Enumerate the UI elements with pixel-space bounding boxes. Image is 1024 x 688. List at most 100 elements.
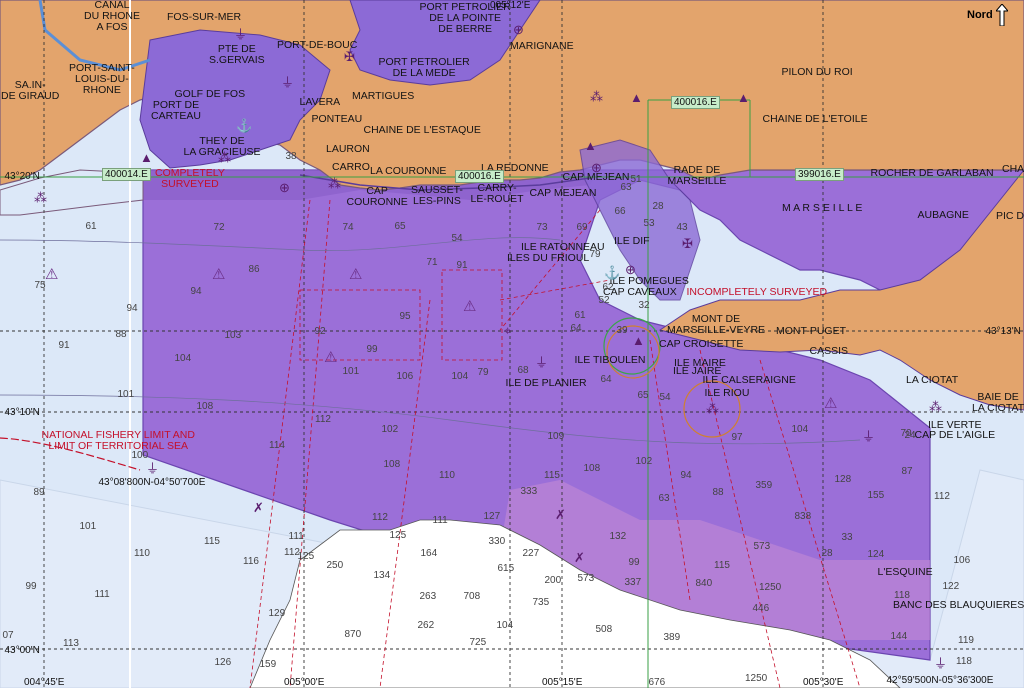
caution-icon[interactable]: ⚠	[212, 267, 225, 282]
survey-label: NATIONAL FISHERY LIMIT AND LIMIT OF TERR…	[41, 429, 195, 452]
depth-sounding: 134	[373, 570, 391, 581]
place-label: LA CIOTAT	[906, 374, 959, 386]
place-label: LAVERA	[299, 96, 341, 108]
depth-sounding: 64	[600, 374, 612, 385]
buoy-icon[interactable]: ⏚	[146, 462, 159, 475]
place-label: ILE CALSERAIGNE	[702, 374, 796, 386]
depth-sounding: 333	[520, 486, 538, 497]
caution-icon[interactable]: ⚠	[45, 267, 58, 282]
depth-sounding: 389	[663, 632, 681, 643]
place-label: BAIE DE LA CIOTAT	[972, 391, 1024, 414]
depth-sounding: 446	[752, 603, 770, 614]
depth-sounding: 676	[648, 677, 666, 688]
radio-station-icon[interactable]: ⊕	[513, 23, 524, 36]
depth-sounding: 07	[2, 630, 14, 641]
depth-sounding: 99	[628, 557, 640, 568]
depth-sounding: 28	[821, 548, 833, 559]
fishing-icon[interactable]: ✗	[574, 551, 585, 564]
coordinate-label: 43°20'N	[4, 171, 40, 182]
place-label: ILE RIOU	[704, 387, 750, 399]
depth-sounding: 94	[126, 303, 138, 314]
depth-sounding: 101	[342, 366, 360, 377]
lighthouse-icon[interactable]: ▲	[737, 91, 750, 104]
radio-station-icon[interactable]: ⊕	[625, 263, 636, 276]
lighthouse-icon[interactable]: ▲	[632, 334, 645, 347]
depth-sounding: 155	[867, 490, 885, 501]
lighthouse-icon[interactable]: ▲	[584, 139, 597, 152]
wreck-icon[interactable]: ⁂	[929, 400, 942, 413]
depth-sounding: 68	[517, 365, 529, 376]
buoy-icon[interactable]: ⏚	[934, 657, 947, 670]
wreck-icon[interactable]: ⁂	[218, 151, 231, 164]
depth-sounding: 119	[958, 635, 974, 646]
caution-icon[interactable]: ⚠	[463, 299, 476, 314]
nautical-chart[interactable]: Nord CANAL DU RHONE A FOS FOS-SUR-MER PORT…	[0, 0, 1024, 688]
place-label: CAP DE L'AIGLE	[914, 429, 996, 441]
caution-icon[interactable]: ⚠	[324, 350, 337, 365]
place-label: CAP CAVEAUX	[603, 286, 677, 298]
lighthouse-icon[interactable]: ▲	[140, 151, 153, 164]
caution-icon[interactable]: ⚠	[349, 267, 362, 282]
place-label: ROCHER DE GARLABAN	[870, 167, 994, 179]
depth-sounding: 200	[544, 575, 562, 586]
depth-sounding: 116	[243, 556, 259, 567]
survey-label: INCOMPLETELY SURVEYED	[686, 286, 828, 298]
depth-sounding: 359	[755, 480, 773, 491]
fishing-icon[interactable]: ✗	[555, 508, 566, 521]
depth-sounding: 262	[417, 620, 435, 631]
depth-sounding: 92	[314, 326, 326, 337]
depth-sounding: 99	[25, 581, 37, 592]
radio-station-icon[interactable]: ⊕	[279, 181, 290, 194]
place-label: AUBAGNE	[917, 209, 969, 221]
radio-station-icon[interactable]: ⊕	[591, 161, 602, 174]
depth-sounding: 164	[420, 548, 438, 559]
depth-sounding: 102	[381, 424, 399, 435]
depth-sounding: 125	[297, 551, 315, 562]
wreck-icon[interactable]: ⁂	[706, 402, 719, 415]
depth-sounding: 573	[753, 541, 771, 552]
buoy-icon[interactable]: ⏚	[862, 430, 875, 443]
depth-sounding: 115	[544, 470, 560, 481]
wreck-icon[interactable]: ⁂	[328, 177, 341, 190]
coordinate-label: 43°00'N	[4, 645, 40, 656]
place-label: 005°12'E	[490, 0, 531, 11]
depth-sounding: 115	[204, 536, 220, 547]
compass-label: Nord	[967, 9, 993, 21]
depth-sounding: 52	[598, 295, 610, 306]
depth-sounding: 87	[901, 466, 913, 477]
depth-sounding: 111	[288, 531, 304, 542]
church-icon[interactable]: ✠	[682, 237, 693, 250]
depth-sounding: 126	[214, 657, 232, 668]
fishing-icon[interactable]: ✗	[253, 501, 264, 514]
caution-icon[interactable]: ⚠	[824, 396, 837, 411]
depth-sounding: 54	[659, 392, 671, 403]
wreck-icon[interactable]: ⁂	[590, 90, 603, 103]
depth-sounding: 615	[497, 563, 515, 574]
coordinate-label: 005°15'E	[542, 677, 583, 688]
depth-sounding: 104	[174, 353, 192, 364]
place-label: CARRO	[332, 161, 370, 173]
grid-reference-tag: 400016.E	[671, 96, 720, 109]
lighthouse-icon[interactable]: ▲	[630, 91, 643, 104]
depth-sounding: 104	[451, 371, 469, 382]
place-label: MARIGNANE	[510, 40, 574, 52]
depth-sounding: 128	[834, 474, 852, 485]
wreck-icon[interactable]: ⁂	[34, 191, 47, 204]
coordinate-label: 42°59'500N-05°36'300E	[886, 675, 994, 686]
coordinate-label: 005°00'E	[284, 677, 325, 688]
place-label: PORT DE CARTEAU	[151, 99, 201, 122]
depth-sounding: 74	[342, 222, 354, 233]
depth-sounding: 250	[326, 560, 344, 571]
pipeline-marker-icon[interactable]: ⌖	[504, 324, 511, 337]
buoy-icon[interactable]: ⏚	[281, 76, 294, 89]
buoy-icon[interactable]: ⏚	[234, 28, 247, 41]
place-label: RADE DE MARSEILLE	[667, 164, 727, 187]
church-icon[interactable]: ✠	[344, 50, 355, 63]
anchor-icon[interactable]: ⚓	[604, 266, 620, 279]
anchor-icon[interactable]: ⚓	[236, 119, 252, 132]
place-label: PONTEAU	[311, 113, 363, 125]
buoy-icon[interactable]: ⏚	[535, 356, 548, 369]
place-label: CAP COURONNE	[346, 185, 408, 208]
depth-sounding: 89	[33, 487, 45, 498]
depth-sounding: 508	[595, 624, 613, 635]
